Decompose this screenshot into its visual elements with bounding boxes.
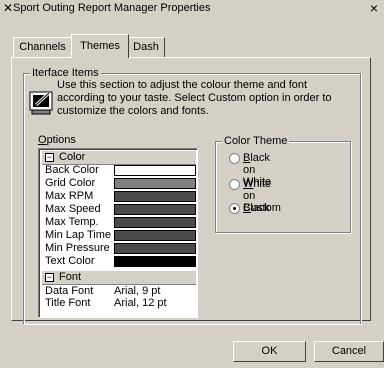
color-row[interactable]: Max Temp.: [42, 216, 196, 228]
properties-dialog: ✕ Sport Outing Report Manager Properties…: [0, 0, 384, 368]
color-category[interactable]: − Color: [42, 151, 196, 165]
tab-themes[interactable]: Themes: [71, 34, 129, 58]
title-bar: ✕ Sport Outing Report Manager Properties…: [0, 0, 384, 17]
theme-radio-accel: W: [243, 178, 254, 190]
color-row-name: Max Temp.: [45, 216, 99, 228]
theme-radio[interactable]: [229, 179, 240, 190]
color-row[interactable]: Text Color: [42, 255, 196, 267]
cancel-button[interactable]: Cancel: [314, 341, 384, 362]
interface-items-label: Iterface Items: [30, 67, 101, 79]
options-list[interactable]: − Color Back Color Grid Color Max RPM Max S…: [38, 148, 198, 318]
collapse-icon[interactable]: −: [45, 153, 54, 162]
color-swatch[interactable]: [114, 217, 196, 228]
color-swatch[interactable]: [114, 178, 196, 189]
font-category-label: Font: [59, 271, 82, 283]
options-label: Options: [38, 134, 76, 146]
font-row[interactable]: Title Font Arial, 12 pt: [42, 297, 194, 309]
ok-button[interactable]: OK: [233, 341, 306, 362]
font-row-value: Arial, 9 pt: [114, 285, 161, 297]
font-row[interactable]: Data Font Arial, 9 pt: [42, 285, 194, 297]
interface-description: Use this section to adjust the colour th…: [57, 79, 332, 117]
options-label-text: ptions: [46, 134, 76, 146]
color-row[interactable]: Grid Color: [42, 177, 196, 189]
font-category[interactable]: − Font: [42, 271, 196, 285]
theme-radio-text: ustom: [250, 202, 281, 214]
color-row-name: Text Color: [45, 255, 95, 267]
color-theme-label: Color Theme: [222, 135, 290, 147]
font-row-name: Title Font: [45, 297, 91, 309]
color-swatch[interactable]: [114, 256, 196, 267]
color-row[interactable]: Max Speed: [42, 203, 196, 215]
font-row-value: Arial, 12 pt: [114, 297, 167, 309]
color-swatch[interactable]: [114, 243, 196, 254]
close-icon[interactable]: ×: [367, 0, 381, 16]
color-row-name: Min Pressure: [45, 242, 110, 254]
color-row-name: Back Color: [45, 164, 99, 176]
tab-dash[interactable]: Dash: [127, 37, 165, 57]
color-row[interactable]: Max RPM: [42, 190, 196, 202]
color-row-name: Max Speed: [45, 203, 101, 215]
color-category-label: Color: [59, 151, 86, 163]
color-row-name: Min Lap Time: [45, 229, 112, 241]
monitor-brush-icon: [29, 91, 53, 115]
theme-radio[interactable]: [229, 203, 240, 214]
color-row-name: Max RPM: [45, 190, 94, 202]
theme-radio[interactable]: [229, 153, 240, 164]
color-row-name: Grid Color: [45, 177, 96, 189]
color-swatch[interactable]: [114, 165, 196, 176]
color-row[interactable]: Min Lap Time: [42, 229, 196, 241]
theme-radio-accel: C: [243, 202, 251, 214]
color-row[interactable]: Back Color: [42, 164, 196, 176]
options-label-accel: O: [38, 134, 47, 146]
color-swatch[interactable]: [114, 230, 196, 241]
color-swatch[interactable]: [114, 204, 196, 215]
tab-channels[interactable]: Channels: [13, 37, 72, 57]
color-row[interactable]: Min Pressure: [42, 242, 196, 254]
color-swatch[interactable]: [114, 191, 196, 202]
collapse-icon[interactable]: −: [45, 273, 54, 282]
window-title: Sport Outing Report Manager Properties: [13, 2, 211, 14]
font-row-name: Data Font: [45, 285, 94, 297]
x-icon: ✕: [3, 1, 14, 15]
theme-radio-label[interactable]: Custom: [243, 202, 281, 214]
